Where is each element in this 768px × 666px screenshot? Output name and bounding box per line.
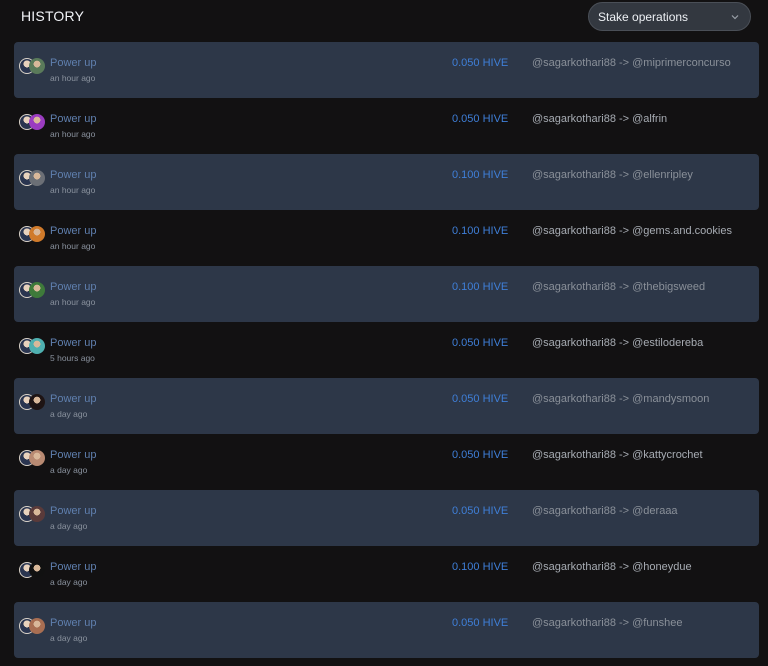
amount: 0.050 HIVE: [452, 113, 509, 125]
amount: 0.100 HIVE: [452, 281, 509, 293]
amount: 0.050 HIVE: [452, 393, 509, 405]
amount: 0.050 HIVE: [452, 337, 509, 349]
operation-link[interactable]: Power up: [50, 337, 96, 349]
history-row: Power up a day ago 0.050 HIVE @sagarkoth…: [14, 490, 759, 546]
timestamp: a day ago: [50, 465, 88, 475]
operation-link[interactable]: Power up: [50, 113, 96, 125]
transfer-accounts: @sagarkothari88 -> @deraaa: [532, 505, 678, 517]
operation-link[interactable]: Power up: [50, 57, 96, 69]
amount: 0.050 HIVE: [452, 617, 509, 629]
timestamp: a day ago: [50, 521, 88, 531]
amount: 0.100 HIVE: [452, 169, 509, 181]
receiver-avatar[interactable]: [29, 618, 45, 634]
timestamp: a day ago: [50, 577, 88, 587]
avatar-pair: [19, 394, 47, 410]
operation-link[interactable]: Power up: [50, 281, 96, 293]
receiver-avatar[interactable]: [29, 394, 45, 410]
transfer-accounts: @sagarkothari88 -> @miprimerconcurso: [532, 57, 731, 69]
transfer-accounts: @sagarkothari88 -> @gems.and.cookies: [532, 225, 732, 237]
transfer-accounts: @sagarkothari88 -> @alfrin: [532, 113, 668, 125]
transfer-accounts: @sagarkothari88 -> @estilodereba: [532, 337, 704, 349]
receiver-avatar[interactable]: [29, 562, 45, 578]
page-title: HISTORY: [21, 8, 85, 24]
operation-link[interactable]: Power up: [50, 393, 96, 405]
history-row: Power up 5 hours ago 0.050 HIVE @sagarko…: [14, 322, 759, 378]
history-header: HISTORY Stake operations: [0, 0, 768, 40]
timestamp: an hour ago: [50, 241, 96, 251]
avatar-pair: [19, 618, 47, 634]
history-row: Power up an hour ago 0.100 HIVE @sagarko…: [14, 154, 759, 210]
amount: 0.050 HIVE: [452, 505, 509, 517]
transfer-accounts: @sagarkothari88 -> @kattycrochet: [532, 449, 703, 461]
timestamp: an hour ago: [50, 129, 96, 139]
avatar-pair: [19, 114, 47, 130]
timestamp: an hour ago: [50, 185, 96, 195]
amount: 0.100 HIVE: [452, 561, 509, 573]
receiver-avatar[interactable]: [29, 226, 45, 242]
history-row: Power up a day ago 0.050 HIVE @sagarkoth…: [14, 434, 759, 490]
timestamp: an hour ago: [50, 73, 96, 83]
avatar-pair: [19, 338, 47, 354]
history-list: Power up an hour ago 0.050 HIVE @sagarko…: [14, 42, 759, 658]
operation-link[interactable]: Power up: [50, 617, 96, 629]
operation-link[interactable]: Power up: [50, 225, 96, 237]
avatar-pair: [19, 282, 47, 298]
transfer-accounts: @sagarkothari88 -> @honeydue: [532, 561, 692, 573]
history-row: Power up a day ago 0.050 HIVE @sagarkoth…: [14, 602, 759, 658]
transfer-accounts: @sagarkothari88 -> @thebigsweed: [532, 281, 706, 293]
transfer-accounts: @sagarkothari88 -> @funshee: [532, 617, 683, 629]
history-row: Power up a day ago 0.100 HIVE @sagarkoth…: [14, 546, 759, 602]
avatar-pair: [19, 506, 47, 522]
operation-link[interactable]: Power up: [50, 561, 96, 573]
history-row: Power up an hour ago 0.050 HIVE @sagarko…: [14, 42, 759, 98]
receiver-avatar[interactable]: [29, 282, 45, 298]
amount: 0.050 HIVE: [452, 57, 509, 69]
history-row: Power up a day ago 0.050 HIVE @sagarkoth…: [14, 378, 759, 434]
operation-link[interactable]: Power up: [50, 169, 96, 181]
avatar-pair: [19, 226, 47, 242]
operation-filter-select[interactable]: Stake operations: [588, 2, 751, 31]
receiver-avatar[interactable]: [29, 338, 45, 354]
timestamp: 5 hours ago: [50, 353, 95, 363]
operation-filter-value: Stake operations: [598, 9, 689, 24]
receiver-avatar[interactable]: [29, 506, 45, 522]
transfer-accounts: @sagarkothari88 -> @mandysmoon: [532, 393, 710, 405]
timestamp: a day ago: [50, 409, 88, 419]
receiver-avatar[interactable]: [29, 450, 45, 466]
timestamp: an hour ago: [50, 297, 96, 307]
transfer-accounts: @sagarkothari88 -> @ellenripley: [532, 169, 693, 181]
receiver-avatar[interactable]: [29, 58, 45, 74]
amount: 0.100 HIVE: [452, 225, 509, 237]
history-row: Power up an hour ago 0.100 HIVE @sagarko…: [14, 266, 759, 322]
history-row: Power up an hour ago 0.050 HIVE @sagarko…: [14, 98, 759, 154]
chevron-down-icon: [731, 15, 739, 20]
receiver-avatar[interactable]: [29, 114, 45, 130]
avatar-pair: [19, 170, 47, 186]
receiver-avatar[interactable]: [29, 170, 45, 186]
amount: 0.050 HIVE: [452, 449, 509, 461]
operation-link[interactable]: Power up: [50, 449, 96, 461]
avatar-pair: [19, 58, 47, 74]
timestamp: a day ago: [50, 633, 88, 643]
avatar-pair: [19, 450, 47, 466]
avatar-pair: [19, 562, 47, 578]
history-row: Power up an hour ago 0.100 HIVE @sagarko…: [14, 210, 759, 266]
operation-link[interactable]: Power up: [50, 505, 96, 517]
